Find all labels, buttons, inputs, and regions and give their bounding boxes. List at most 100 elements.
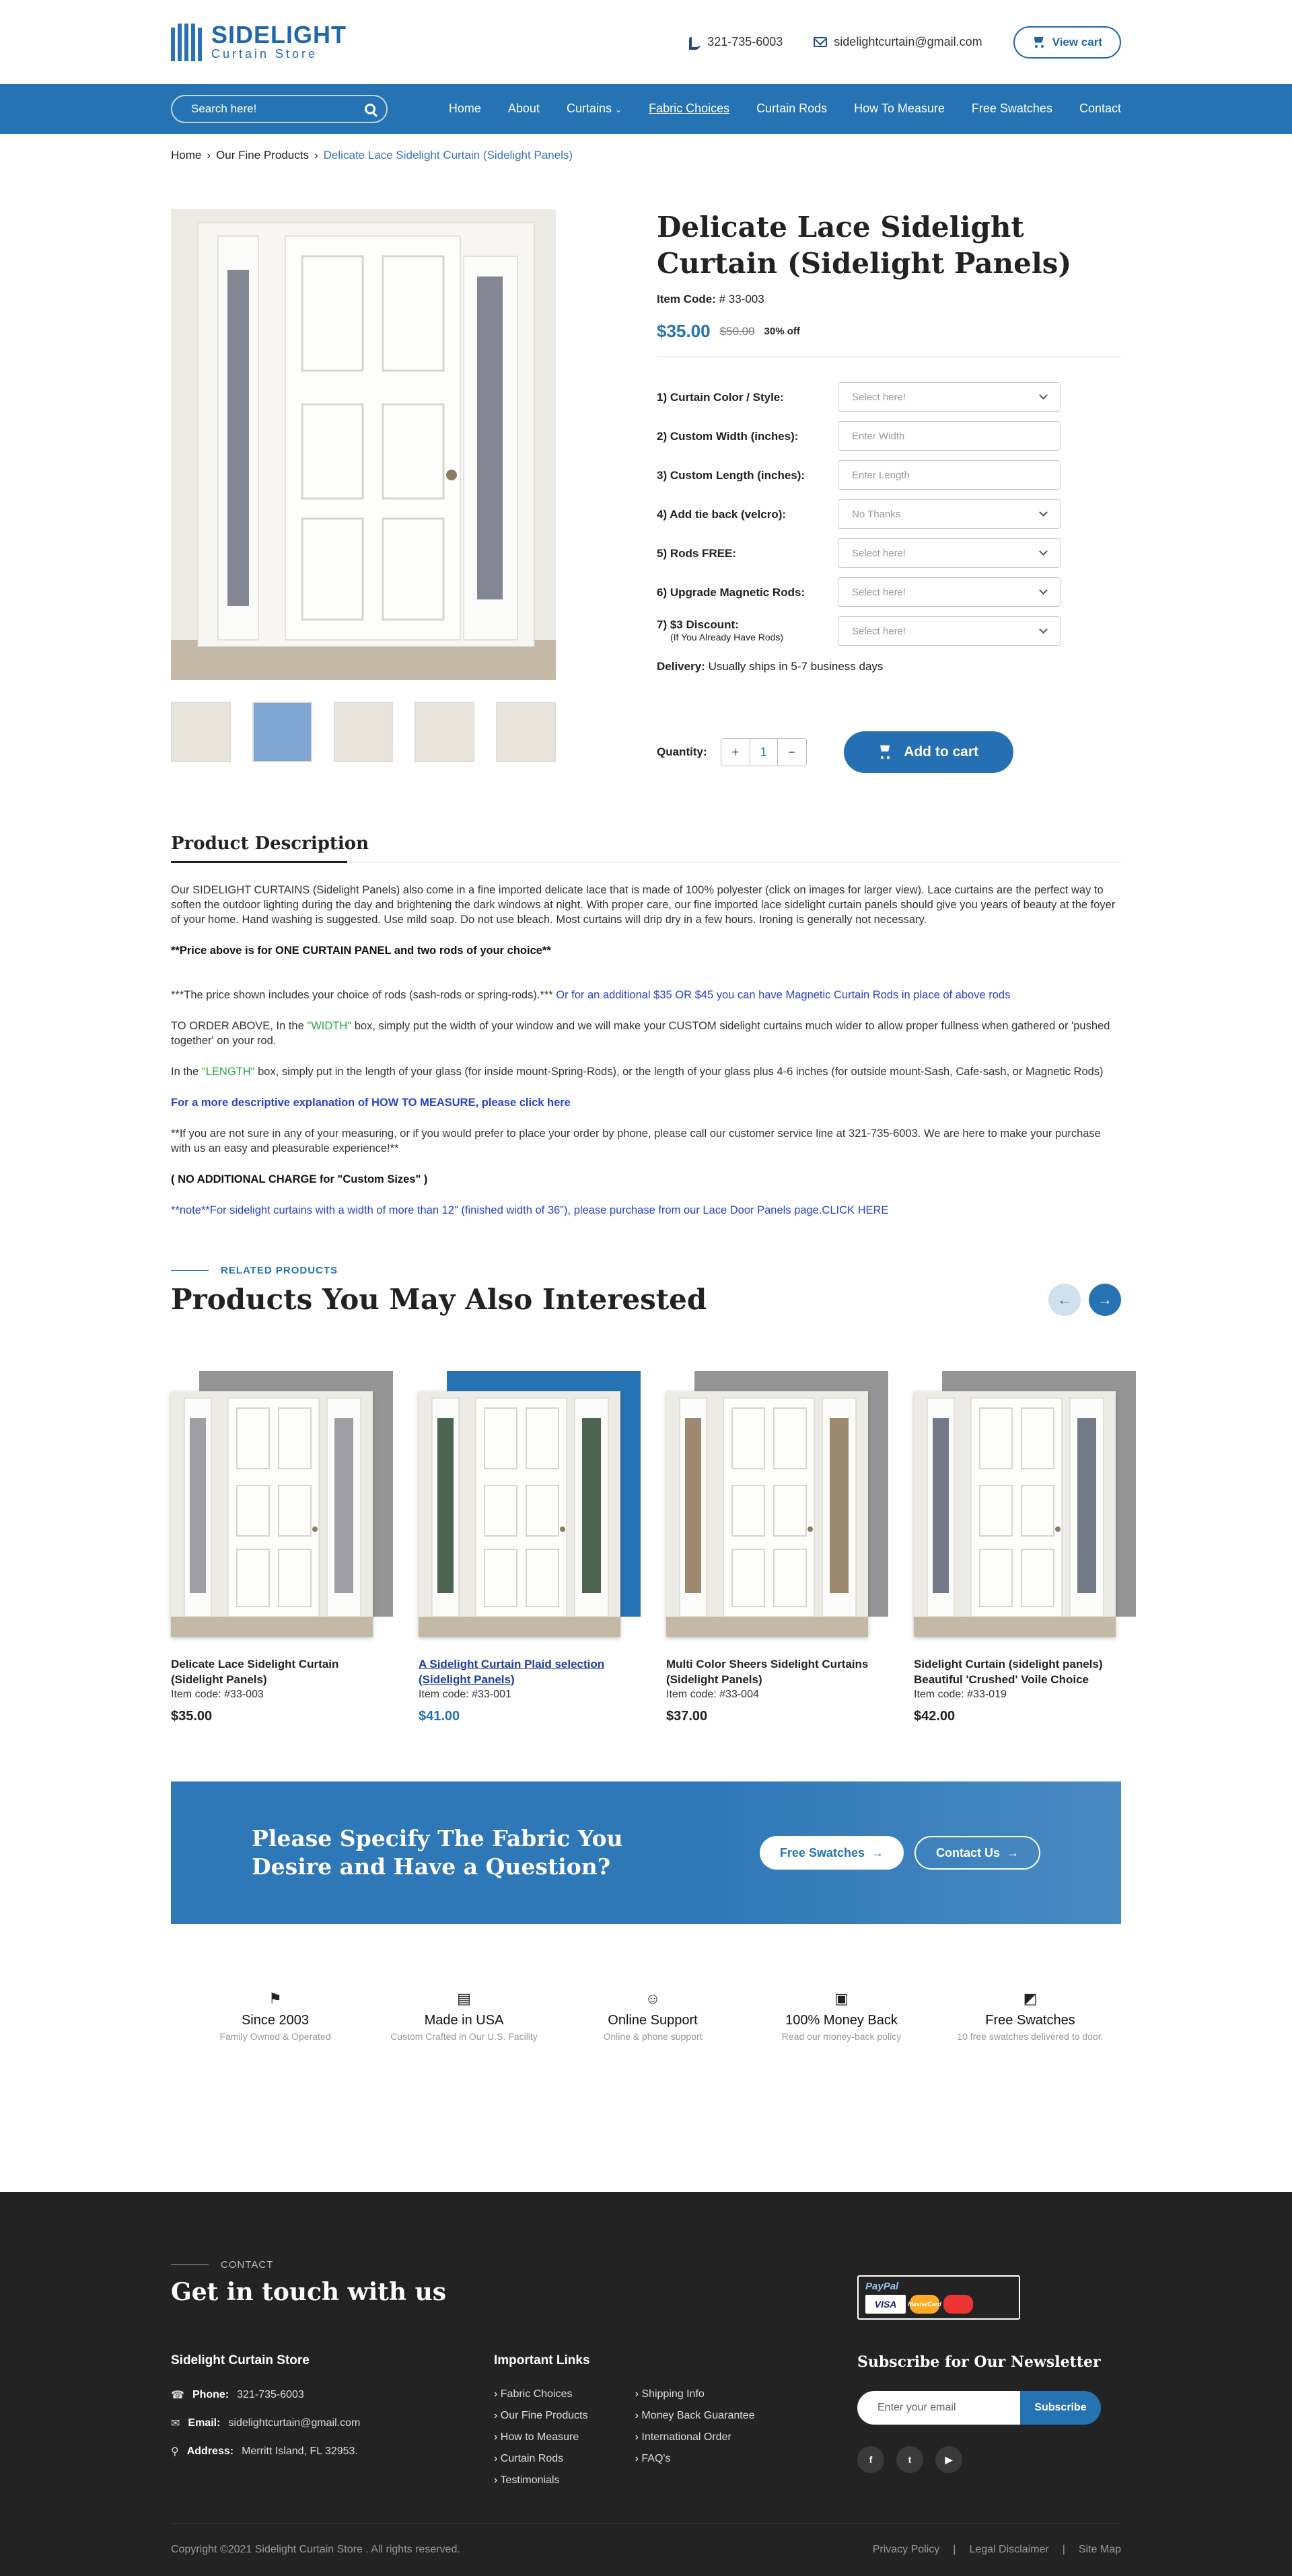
contact-us-button[interactable]: Contact Us → <box>914 1836 1040 1870</box>
length-note-text-end: box, simply put in the length of your gl… <box>254 1066 1104 1078</box>
feature-subtitle: 10 free swatches delivered to door. <box>957 2031 1104 2042</box>
product-card[interactable]: Delicate Lace Sidelight Curtain (Sidelig… <box>171 1371 393 1724</box>
nav-fabric-choices[interactable]: Fabric Choices <box>635 83 743 135</box>
footer-link[interactable]: Fabric Choices <box>494 2388 588 2400</box>
card-code: Item code: #33-004 <box>666 1689 759 1700</box>
chevron-down-icon <box>1039 391 1048 400</box>
thumbnail[interactable] <box>171 702 231 762</box>
magnetic-rods-link[interactable]: Or for an additional $35 OR $45 you can … <box>553 989 1010 1001</box>
search-input[interactable]: Search here! <box>171 95 388 123</box>
carousel-prev-button[interactable]: ← <box>1048 1283 1081 1316</box>
product-main-image[interactable] <box>171 209 556 680</box>
privacy-policy-link[interactable]: Privacy Policy <box>873 2544 940 2556</box>
breadcrumb-products[interactable]: Our Fine Products <box>216 149 309 162</box>
header-phone-text: 321-735-6003 <box>707 35 783 48</box>
product-card[interactable]: Sidelight Curtain (sidelight panels) Bea… <box>914 1371 1136 1724</box>
nav-curtains[interactable]: Curtains ⌄ <box>553 83 635 135</box>
facebook-icon[interactable]: f <box>857 2446 884 2473</box>
how-to-measure-link[interactable]: For a more descriptive explanation of HO… <box>171 1097 571 1109</box>
usa-flag-icon: ▤ <box>457 1990 471 2007</box>
option-row: 4) Add tie back (velcro): No Thanks <box>657 494 1061 533</box>
carousel-next-button[interactable]: → <box>1089 1283 1121 1316</box>
view-cart-label: View cart <box>1052 35 1102 48</box>
feature-title: Made in USA <box>424 2013 504 2028</box>
header-email[interactable]: sidelightcurtain@gmail.com <box>814 35 982 49</box>
card-image[interactable] <box>171 1391 373 1637</box>
card-price: $35.00 <box>171 1709 213 1724</box>
option-select[interactable]: Select here! <box>838 382 1061 412</box>
thumbnail[interactable] <box>496 702 556 762</box>
paypal-logo: PayPal <box>865 2281 899 2292</box>
nav-curtain-rods[interactable]: Curtain Rods <box>743 83 840 135</box>
footer-link[interactable]: How to Measure <box>494 2431 588 2443</box>
nav-free-swatches[interactable]: Free Swatches <box>958 83 1066 135</box>
option-select[interactable]: Select here! <box>838 538 1061 568</box>
search-icon[interactable] <box>365 104 375 114</box>
card-image[interactable] <box>419 1391 620 1637</box>
card-image[interactable] <box>914 1391 1116 1637</box>
width-note-text: TO ORDER ABOVE, In the <box>171 1020 308 1032</box>
description-custom-size-note: ( NO ADDITIONAL CHARGE for "Custom Sizes… <box>171 1173 428 1185</box>
add-to-cart-button[interactable]: Add to cart <box>843 731 1013 773</box>
increment-button[interactable]: + <box>721 739 750 766</box>
card-name[interactable]: A Sidelight Curtain Plaid selection (Sid… <box>419 1656 626 1687</box>
product-card[interactable]: A Sidelight Curtain Plaid selection (Sid… <box>419 1371 641 1724</box>
footer: CONTACT Get in touch with us PayPal VISA… <box>0 2192 1292 2576</box>
header-phone[interactable]: 321-735-6003 <box>687 35 783 50</box>
footer-phone[interactable]: ☎ Phone: 321-735-6003 <box>171 2388 360 2402</box>
option-input[interactable]: Enter Width <box>838 421 1061 451</box>
newsletter-email-input[interactable]: Enter your email <box>857 2391 1020 2425</box>
feature-subtitle: Online & phone support <box>603 2031 703 2042</box>
footer-link[interactable]: Our Fine Products <box>494 2410 588 2422</box>
site-map-link[interactable]: Site Map <box>1079 2544 1121 2556</box>
footer-link[interactable]: Testimonials <box>494 2474 588 2487</box>
subscribe-button[interactable]: Subscribe <box>1020 2391 1101 2425</box>
discount-badge: 30% off <box>764 326 800 337</box>
product-card[interactable]: Multi Color Sheers Sidelight Curtains (S… <box>666 1371 888 1724</box>
maestro-logo <box>943 2295 973 2314</box>
nav-how-to-measure[interactable]: How To Measure <box>840 83 958 135</box>
option-label: 6) Upgrade Magnetic Rods: <box>657 585 805 599</box>
footer-link[interactable]: Curtain Rods <box>494 2453 588 2465</box>
newsletter: Subscribe for Our Newsletter Enter your … <box>857 2353 1101 2473</box>
phone-icon <box>687 36 701 50</box>
card-name[interactable]: Multi Color Sheers Sidelight Curtains (S… <box>666 1656 873 1687</box>
youtube-icon[interactable]: ▶ <box>935 2446 962 2473</box>
chevron-down-icon <box>1039 508 1048 517</box>
card-name[interactable]: Sidelight Curtain (sidelight panels) Bea… <box>914 1656 1121 1687</box>
feature-item: ◩ Free Swatches 10 free swatches delivered… <box>953 1991 1108 2043</box>
nav-about[interactable]: About <box>495 83 553 135</box>
footer-link[interactable]: Money Back Guarantee <box>635 2410 754 2422</box>
option-input[interactable]: Enter Length <box>838 460 1061 490</box>
logo-icon <box>171 23 202 61</box>
decrement-button[interactable]: − <box>778 739 806 766</box>
option-select[interactable]: Select here! <box>838 577 1061 607</box>
twitter-icon[interactable]: t <box>896 2446 923 2473</box>
footer-address-label: Address: <box>186 2445 234 2457</box>
thumbnail[interactable] <box>333 702 394 762</box>
description-phone-note: **If you are not sure in any of your mea… <box>171 1128 1101 1154</box>
thumbnail[interactable] <box>415 702 475 762</box>
option-select[interactable]: Select here! <box>838 616 1061 646</box>
chevron-right-icon: › <box>207 149 211 161</box>
view-cart-button[interactable]: View cart <box>1013 26 1121 59</box>
footer-link[interactable]: Shipping Info <box>635 2388 755 2400</box>
nav-contact[interactable]: Contact <box>1066 83 1121 135</box>
footer-link[interactable]: FAQ's <box>635 2453 755 2465</box>
nav-home[interactable]: Home <box>435 83 495 135</box>
card-name[interactable]: Delicate Lace Sidelight Curtain (Sidelig… <box>171 1656 378 1687</box>
free-swatches-button[interactable]: Free Swatches → <box>759 1836 904 1870</box>
legal-disclaimer-link[interactable]: Legal Disclaimer <box>969 2544 1048 2556</box>
option-select[interactable]: No Thanks <box>838 499 1061 529</box>
option-row: 7) $3 Discount: (If You Already Have Rods… <box>657 612 1061 651</box>
footer-link[interactable]: International Order <box>635 2431 755 2443</box>
logo[interactable]: SIDELIGHT Curtain Store <box>171 23 347 61</box>
card-image[interactable] <box>666 1391 868 1637</box>
lace-door-panels-link[interactable]: **note**For sidelight curtains with a wi… <box>171 1204 888 1216</box>
breadcrumb-home[interactable]: Home <box>171 149 201 162</box>
thumbnail-active[interactable] <box>252 702 312 762</box>
footer-links-col2: Shipping Info Money Back Guarantee Interna… <box>635 2388 755 2496</box>
field-value: Select here! <box>852 625 906 637</box>
quantity-value[interactable]: 1 <box>749 739 778 766</box>
footer-email[interactable]: ✉ Email: sidelightcurtain@gmail.com <box>171 2417 360 2430</box>
